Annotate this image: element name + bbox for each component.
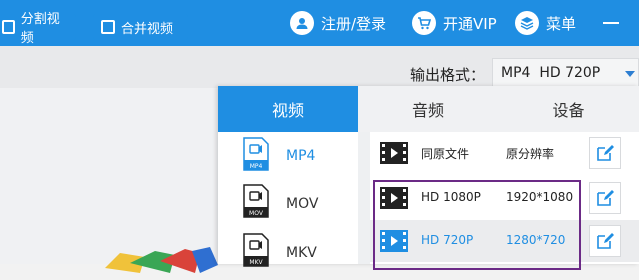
register-login-link[interactable]: 注册/登录 [290,0,386,46]
format-list: MP4 MP4 MOV MOV MKV MKV [218,132,358,267]
format-item-mov[interactable]: MOV MOV [218,182,358,230]
format-item-mp4[interactable]: MP4 MP4 [218,132,358,180]
format-label-mkv: MKV [286,245,317,261]
chevron-down-icon[interactable] [625,71,635,77]
format-label-mp4: MP4 [286,148,316,164]
resolution-name: 同原文件 [421,147,470,161]
format-item-mkv[interactable]: MKV MKV [218,232,358,280]
edit-icon [597,190,614,206]
edit-icon [597,145,614,161]
layers-icon [515,11,539,35]
menu-label: 菜单 [546,14,577,33]
register-login-label: 注册/登录 [321,14,387,33]
output-format-label: 输出格式： [410,66,486,84]
vip-link[interactable]: 开通VIP [412,0,497,46]
mov-file-icon: MOV [243,184,269,218]
resolution-value: 原分辨率 [506,147,555,161]
split-icon [2,20,15,34]
film-icon [380,142,408,164]
preview-area [0,88,218,273]
resolution-row-original[interactable]: 同原文件 原分辨率 [370,132,639,174]
mkv-file-icon: MKV [243,233,269,267]
user-icon [290,11,314,35]
merge-video-label: 合并视频 [121,21,174,37]
menu-link[interactable]: 菜单 [515,0,576,46]
format-tabs: 视频 音频 设备 [218,86,639,133]
split-video-button[interactable]: 分割视频 [0,12,76,46]
merge-icon [101,20,115,34]
edit-icon [597,233,614,249]
minimize-icon[interactable] [603,22,619,24]
format-label-mov: MOV [286,196,319,212]
mkv-badge: MKV [249,259,263,266]
vip-label: 开通VIP [443,14,497,33]
panel-divider [358,132,370,264]
output-format-select[interactable]: MP4 HD 720P [492,58,639,88]
decorative-graphic [100,243,220,273]
edit-button[interactable] [589,182,621,214]
edit-button[interactable] [589,225,621,257]
cart-icon [412,11,436,35]
mp4-file-icon: MP4 [243,137,269,171]
tab-device[interactable]: 设备 [498,86,639,132]
highlight-annotation [373,180,581,270]
merge-video-button[interactable]: 合并视频 [93,14,188,40]
mp4-badge: MP4 [250,163,263,170]
mov-badge: MOV [249,210,264,217]
output-format-value: MP4 HD 720P [501,65,601,81]
tab-audio[interactable]: 音频 [358,86,498,132]
edit-button[interactable] [589,137,621,169]
split-video-label: 分割视频 [20,12,60,46]
tab-video[interactable]: 视频 [218,86,358,132]
